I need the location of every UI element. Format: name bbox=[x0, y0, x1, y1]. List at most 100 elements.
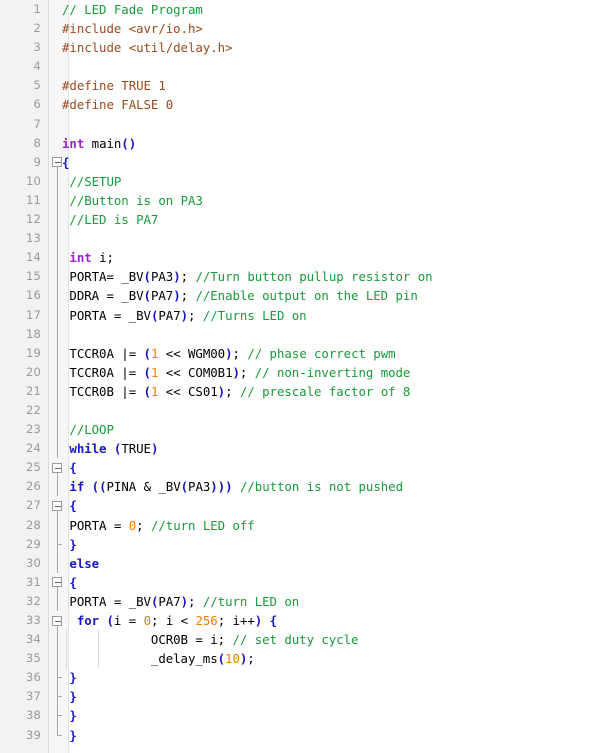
code-line[interactable]: 37 } bbox=[0, 687, 600, 707]
line-number: 33 bbox=[25, 613, 41, 627]
code-text: if ((PINA & _BV(PA3))) //button is not p… bbox=[69, 479, 403, 495]
line-number: 9 bbox=[33, 154, 41, 169]
line-number: 20 bbox=[25, 364, 41, 379]
line-number: 11 bbox=[25, 192, 41, 207]
code-line[interactable]: 8 int main() bbox=[0, 134, 600, 153]
line-number: 36 bbox=[25, 670, 41, 685]
code-line[interactable]: 30 else bbox=[0, 553, 600, 573]
code-line[interactable]: 24 while (TRUE) bbox=[0, 439, 600, 459]
code-line[interactable]: 18 bbox=[0, 324, 600, 344]
code-line[interactable]: 23 //LOOP bbox=[0, 420, 600, 440]
line-number: 15 bbox=[25, 269, 41, 284]
code-line[interactable]: 33 for (i = 0; i < 256; i++) { bbox=[0, 611, 600, 631]
line-number: 6 bbox=[33, 97, 41, 112]
line-number: 4 bbox=[33, 59, 41, 74]
line-number: 23 bbox=[25, 422, 41, 437]
code-line[interactable]: 32 PORTA = _BV(PA7); //turn LED on bbox=[0, 591, 600, 611]
line-number: 21 bbox=[25, 383, 41, 398]
code-line[interactable]: 6 #define FALSE 0 bbox=[0, 95, 600, 114]
code-line[interactable]: 22 bbox=[0, 400, 600, 421]
code-text: //Button is on PA3 bbox=[69, 192, 203, 208]
code-text: PORTA = _BV(PA7); //turn LED on bbox=[69, 593, 300, 609]
code-text: //LED is PA7 bbox=[69, 212, 159, 228]
code-line[interactable]: 9{ bbox=[0, 153, 600, 172]
code-line[interactable]: 4 bbox=[0, 57, 600, 76]
code-line[interactable]: 27 { bbox=[0, 496, 600, 516]
line-number: 10 bbox=[25, 173, 41, 188]
code-text: int main() bbox=[62, 135, 137, 151]
fold-marker bbox=[49, 400, 68, 421]
code-line[interactable]: 11 //Button is on PA3 bbox=[0, 190, 600, 211]
code-text: for (i = 0; i < 256; i++) { bbox=[76, 613, 278, 628]
line-number: 19 bbox=[25, 345, 41, 360]
code-text: TCCR0B |= (1 << CS01); // prescale facto… bbox=[69, 383, 411, 399]
code-line[interactable]: 1 // LED Fade Program bbox=[0, 0, 600, 19]
code-text: #define TRUE 1 bbox=[62, 78, 166, 94]
code-text: //LOOP bbox=[69, 422, 114, 438]
code-line[interactable]: 5 #define TRUE 1 bbox=[0, 76, 600, 95]
code-text: } bbox=[69, 708, 77, 724]
line-number: 2 bbox=[33, 21, 41, 36]
code-line[interactable]: 15 PORTA= _BV(PA3); //Turn button pullup… bbox=[0, 267, 600, 287]
line-number: 31 bbox=[25, 574, 41, 589]
line-number: 30 bbox=[25, 555, 41, 570]
code-line[interactable]: 17 PORTA = _BV(PA7); //Turns LED on bbox=[0, 305, 600, 325]
code-text: // LED Fade Program bbox=[62, 2, 203, 17]
code-text: #include <avr/io.h> bbox=[62, 21, 203, 37]
line-number: 38 bbox=[25, 708, 41, 723]
line-number: 22 bbox=[25, 402, 41, 417]
code-text: PORTA = _BV(PA7); //Turns LED on bbox=[69, 307, 307, 323]
code-text: PORTA= _BV(PA3); //Turn button pullup re… bbox=[69, 269, 433, 285]
line-number: 27 bbox=[25, 498, 41, 513]
line-number: 12 bbox=[25, 212, 41, 227]
code-line[interactable]: 14 int i; bbox=[0, 248, 600, 268]
code-line[interactable]: 21 TCCR0B |= (1 << CS01); // prescale fa… bbox=[0, 381, 600, 401]
code-line[interactable]: 13 bbox=[0, 229, 600, 249]
code-text: } bbox=[69, 536, 77, 552]
line-number: 39 bbox=[25, 727, 41, 742]
line-number: 8 bbox=[33, 135, 41, 150]
code-line[interactable]: 34 OCR0B = i; // set duty cycle bbox=[0, 630, 600, 650]
code-line[interactable]: 35 _delay_ms(10); bbox=[0, 649, 600, 669]
line-number: 32 bbox=[25, 593, 41, 608]
code-editor[interactable]: 1 // LED Fade Program 2 #include <avr/io.h>… bbox=[0, 0, 600, 753]
code-line[interactable]: 2 #include <avr/io.h> bbox=[0, 19, 600, 38]
line-number: 37 bbox=[25, 689, 41, 704]
code-line[interactable]: 29 } bbox=[0, 534, 600, 554]
code-text: else bbox=[69, 555, 100, 571]
code-line[interactable]: 39 } bbox=[0, 725, 600, 745]
code-line[interactable]: 12 //LED is PA7 bbox=[0, 210, 600, 230]
code-text: //SETUP bbox=[69, 173, 122, 189]
code-line[interactable]: 38 } bbox=[0, 706, 600, 726]
code-text: _delay_ms(10); bbox=[150, 651, 255, 667]
code-line[interactable]: 20 TCCR0A |= (1 << COM0B1); // non-inver… bbox=[0, 362, 600, 382]
code-line[interactable]: 36 } bbox=[0, 668, 600, 688]
fold-marker bbox=[49, 115, 68, 134]
code-line[interactable]: 28 PORTA = 0; //turn LED off bbox=[0, 515, 600, 535]
line-number: 14 bbox=[25, 250, 41, 265]
code-line[interactable]: 26 if ((PINA & _BV(PA3))) //button is no… bbox=[0, 477, 600, 497]
code-line[interactable]: 19 TCCR0A |= (1 << WGM00); // phase corr… bbox=[0, 343, 600, 363]
code-line[interactable]: 31 { bbox=[0, 573, 600, 592]
line-number: 29 bbox=[25, 536, 41, 551]
line-number: 24 bbox=[25, 441, 41, 456]
code-line[interactable]: 25 { bbox=[0, 458, 600, 478]
code-text: { bbox=[69, 574, 77, 590]
line-number: 3 bbox=[33, 40, 41, 55]
code-lines-container[interactable]: 1 // LED Fade Program 2 #include <avr/io.h>… bbox=[0, 0, 600, 745]
code-text: int i; bbox=[69, 250, 114, 266]
code-line[interactable]: 10 //SETUP bbox=[0, 171, 600, 191]
code-text: while (TRUE) bbox=[69, 441, 159, 457]
fold-marker bbox=[49, 229, 68, 249]
code-text: #define FALSE 0 bbox=[62, 97, 174, 113]
code-line[interactable]: 16 DDRA = _BV(PA7); //Enable output on t… bbox=[0, 286, 600, 306]
code-text: TCCR0A |= (1 << COM0B1); // non-invertin… bbox=[69, 364, 411, 380]
code-line[interactable]: 7 bbox=[0, 115, 600, 134]
code-text: PORTA = 0; //turn LED off bbox=[69, 517, 255, 533]
line-number: 13 bbox=[25, 231, 41, 246]
code-line[interactable]: 3 #include <util/delay.h> bbox=[0, 38, 600, 57]
line-number: 26 bbox=[25, 479, 41, 494]
code-text: { bbox=[69, 460, 77, 476]
line-number: 35 bbox=[25, 651, 41, 666]
code-text: { bbox=[69, 498, 77, 514]
